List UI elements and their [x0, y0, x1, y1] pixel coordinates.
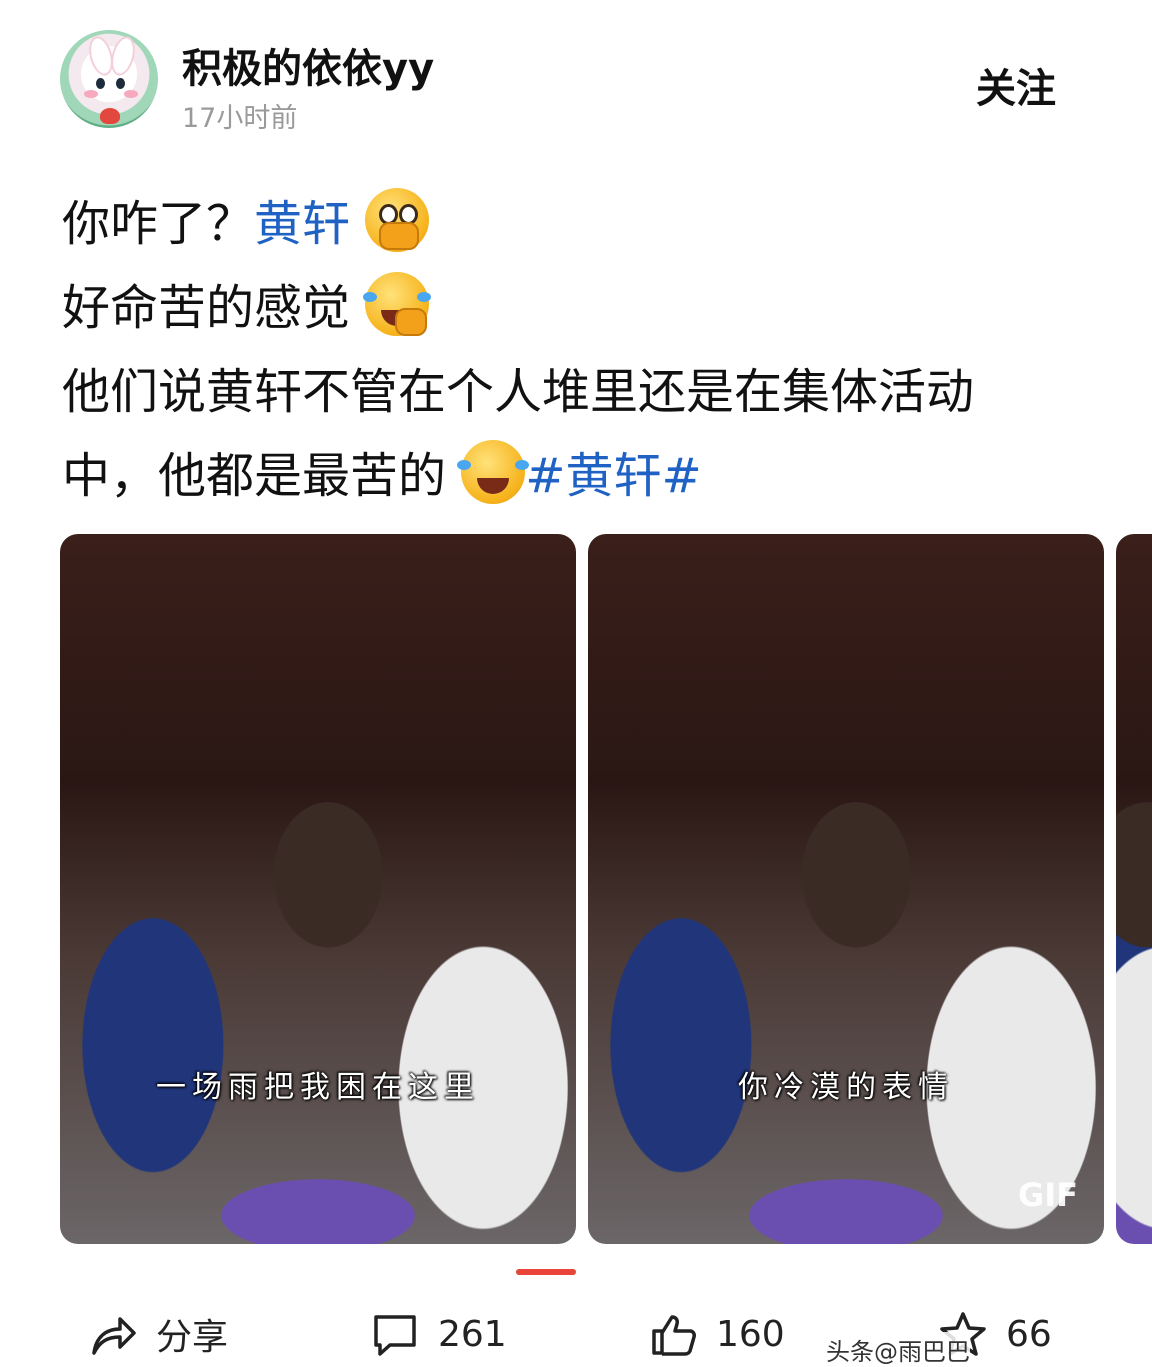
emoji-tear	[363, 292, 378, 302]
post-timestamp: 17小时前	[182, 103, 298, 134]
holding-back-tears-emoji-icon	[365, 188, 430, 252]
watermark: 头条@雨巴巴	[826, 1332, 970, 1367]
hashtag-link[interactable]: #黄轩#	[525, 448, 701, 504]
thumbs-up-icon	[652, 1315, 696, 1356]
post-line-2: 好命苦的感觉	[62, 266, 1062, 350]
post-body: 你咋了？黄轩 好命苦的感觉 他们说黄轩不管在个人堆里还是在集体活动 中，他都是最…	[62, 182, 1062, 518]
post-line-3: 他们说黄轩不管在个人堆里还是在集体活动	[62, 364, 975, 420]
author-avatar[interactable]	[60, 30, 158, 128]
gallery-image-3[interactable]	[1116, 534, 1152, 1244]
comment-icon	[374, 1315, 416, 1356]
share-icon	[92, 1317, 136, 1355]
emoji-mouth	[477, 478, 510, 494]
loudly-crying-laughing-emoji-icon	[363, 272, 432, 336]
emoji-tear	[417, 292, 432, 302]
comment-count: 261	[438, 1313, 507, 1355]
image-subtitle: 你冷漠的表情	[738, 1070, 954, 1105]
bunny-cheek-right	[124, 90, 138, 98]
share-button[interactable]: 分享	[88, 1314, 228, 1358]
strawberry-icon	[100, 108, 120, 124]
post-text: 你咋了？	[62, 196, 255, 252]
bunny-ear-right	[107, 33, 139, 79]
emoji-hand	[379, 222, 420, 250]
favorite-count: 66	[1006, 1313, 1052, 1355]
bunny-eye-left	[96, 78, 105, 89]
image-subtitle: 一场雨把我困在这里	[156, 1070, 480, 1105]
gif-badge: GIF	[1017, 1176, 1078, 1214]
emoji-tear	[457, 460, 472, 470]
image-gallery[interactable]: 一场雨把我困在这里 你冷漠的表情 GIF	[60, 534, 1152, 1244]
post-line-1: 你咋了？黄轩	[62, 182, 1062, 266]
gallery-image-1[interactable]: 一场雨把我困在这里	[60, 534, 576, 1244]
post-text: 中，他都是最苦的	[62, 448, 447, 504]
topic-link[interactable]: 黄轩	[254, 196, 350, 252]
bunny-eye-right	[116, 78, 125, 89]
post-line-4: 中，他都是最苦的 #黄轩#	[62, 434, 1062, 518]
gallery-page-indicator	[516, 1269, 576, 1275]
share-label: 分享	[156, 1317, 229, 1358]
comment-button[interactable]: 261	[370, 1313, 507, 1356]
bunny-cheek-left	[84, 90, 98, 98]
author-name[interactable]: 积极的依依yy	[182, 36, 434, 94]
like-count: 160	[716, 1313, 785, 1355]
face-with-tears-of-joy-emoji-icon	[457, 440, 530, 504]
like-button[interactable]: 160	[648, 1313, 785, 1356]
post-text: 好命苦的感觉	[62, 280, 351, 336]
emoji-hand	[395, 308, 428, 336]
gallery-image-2[interactable]: 你冷漠的表情 GIF	[588, 534, 1104, 1244]
follow-button[interactable]: 关注	[976, 56, 1056, 114]
